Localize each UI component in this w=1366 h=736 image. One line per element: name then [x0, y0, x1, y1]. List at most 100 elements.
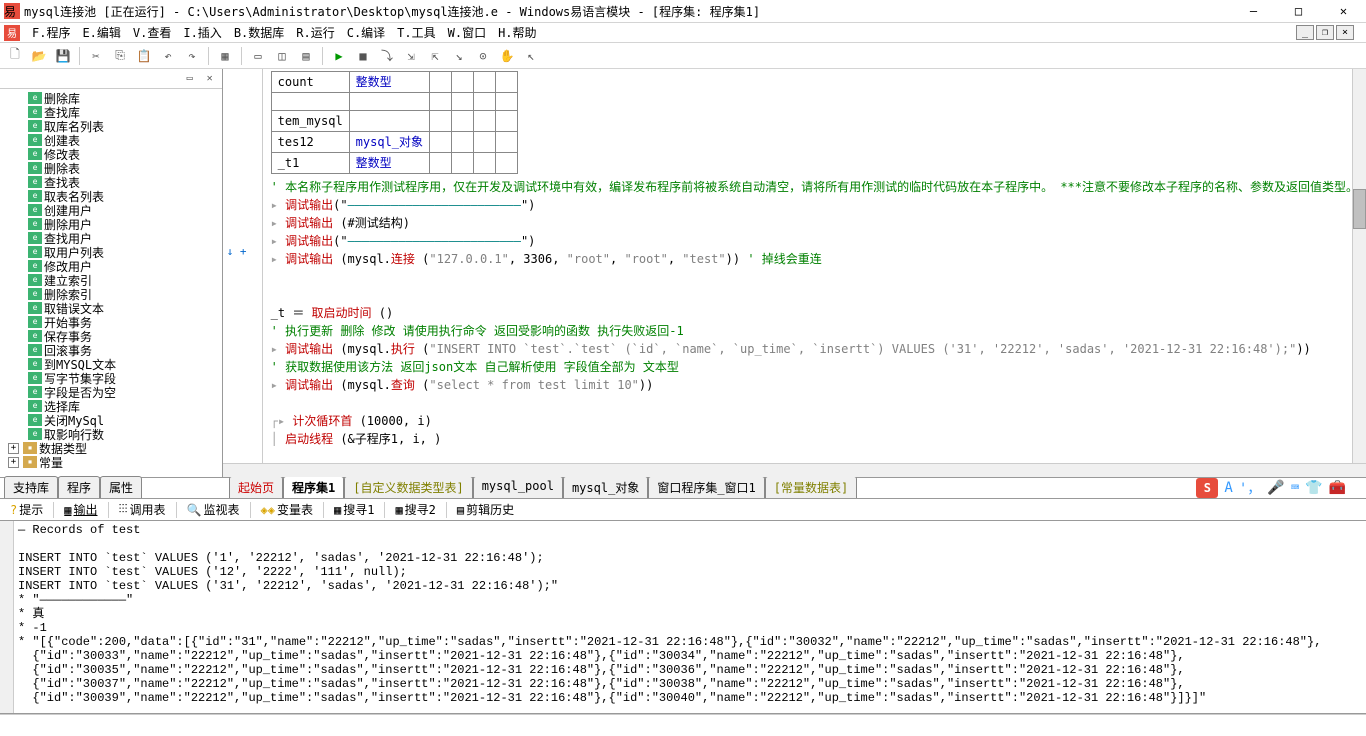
open-file-button[interactable]: 📂 — [28, 45, 50, 67]
method-icon: e — [28, 274, 42, 286]
separator — [322, 47, 323, 65]
btm-cliphist-tab[interactable]: ▤ 剪辑历史 — [451, 499, 520, 520]
cut-button[interactable]: ✂ — [85, 45, 107, 67]
menu-insert[interactable]: I.插入 — [177, 22, 227, 43]
var-name[interactable]: tes12 — [271, 132, 349, 153]
menu-tools[interactable]: T.工具 — [391, 22, 441, 43]
paste-button[interactable]: 📋 — [133, 45, 155, 67]
variable-table[interactable]: count整数型tem_mysqltes12mysql_对象_t1整数型 — [271, 71, 518, 174]
window-title: mysql连接池 [正在运行] - C:\Users\Administrator… — [24, 3, 1231, 20]
left-panel-tabs: 支持库 程序 属性 — [4, 476, 229, 498]
btm-search2-tab[interactable]: ▦ 搜寻2 — [389, 499, 441, 520]
tab-program[interactable]: 程序 — [58, 476, 100, 498]
tree-expand-icon[interactable]: ▭ — [182, 71, 198, 87]
tree-close-icon[interactable]: ✕ — [202, 71, 218, 87]
ime-lang-icon[interactable]: A — [1224, 480, 1232, 496]
btm-vars-tab[interactable]: ◈◈ 变量表 — [255, 499, 319, 520]
btm-hint-tab[interactable]: ? 提示 — [4, 499, 49, 520]
step-out-button[interactable]: ⇱ — [424, 45, 446, 67]
tab-consttable[interactable]: [常量数据表] — [765, 476, 857, 498]
ime-toolbox-icon[interactable]: 🧰 — [1329, 480, 1346, 496]
btm-output-tab[interactable]: ▦ 输出 — [58, 499, 103, 520]
var-name[interactable]: _t1 — [271, 153, 349, 174]
menu-run[interactable]: R.运行 — [290, 22, 340, 43]
menu-window[interactable]: W.窗口 — [442, 22, 492, 43]
minimize-button[interactable]: — — [1231, 0, 1276, 22]
var-type[interactable] — [349, 93, 429, 111]
variable-row[interactable] — [271, 93, 517, 111]
btm-search1-tab[interactable]: ▦ 搜寻1 — [328, 499, 380, 520]
tab-startpage[interactable]: 起始页 — [229, 476, 283, 498]
breakpoint-button[interactable]: ⊙ — [472, 45, 494, 67]
save-button[interactable]: 💾 — [52, 45, 74, 67]
pointer-button[interactable]: ↖ — [520, 45, 542, 67]
ime-keyboard-icon[interactable]: ⌨ — [1291, 480, 1299, 496]
tab-supportlib[interactable]: 支持库 — [4, 476, 58, 498]
tab-customtypes[interactable]: [自定义数据类型表] — [344, 476, 472, 498]
output-text[interactable]: — Records of test INSERT INTO `test` VAL… — [14, 521, 1366, 713]
ime-sogou-icon[interactable]: S — [1196, 478, 1218, 498]
variable-row[interactable]: tes12mysql_对象 — [271, 132, 517, 153]
statusbar — [0, 714, 1366, 736]
menu-program[interactable]: F.程序 — [26, 22, 76, 43]
step-into-button[interactable]: ⇲ — [400, 45, 422, 67]
step-over-button[interactable]: ⤵ — [376, 45, 398, 67]
window3-button[interactable]: ▤ — [295, 45, 317, 67]
menu-edit[interactable]: E.编辑 — [76, 22, 126, 43]
expand-icon[interactable]: + — [8, 443, 19, 454]
form-button[interactable]: ▦ — [214, 45, 236, 67]
project-tree[interactable]: e删除库e查找库e取库名列表e创建表e修改表e删除表e查找表e取表名列表e创建用… — [0, 89, 222, 477]
variable-row[interactable]: count整数型 — [271, 72, 517, 93]
vertical-scrollbar[interactable] — [1352, 69, 1366, 463]
btm-calltable-tab[interactable]: ⫶⫶⫶ 调用表 — [113, 499, 172, 520]
method-icon: e — [28, 302, 42, 314]
var-type[interactable]: 整数型 — [349, 72, 429, 93]
var-type[interactable]: mysql_对象 — [349, 132, 429, 153]
variable-row[interactable]: _t1整数型 — [271, 153, 517, 174]
var-type[interactable] — [349, 111, 429, 132]
output-panel: — Records of test INSERT INTO `test` VAL… — [0, 521, 1366, 714]
var-name[interactable] — [271, 93, 349, 111]
tree-folder[interactable]: +▪常量 — [8, 455, 222, 469]
tab-windowset[interactable]: 窗口程序集_窗口1 — [648, 476, 764, 498]
menu-view[interactable]: V.查看 — [127, 22, 177, 43]
menu-compile[interactable]: C.编译 — [341, 22, 391, 43]
ime-mic-icon[interactable]: 🎤 — [1267, 480, 1284, 496]
code-editor[interactable]: ↓ + count整数型tem_mysqltes12mysql_对象_t1整数型… — [223, 69, 1366, 477]
step-button[interactable]: ↘ — [448, 45, 470, 67]
ime-punct-icon[interactable]: '， — [1239, 478, 1261, 498]
main-area: ▭ ✕ e删除库e查找库e取库名列表e创建表e修改表e删除表e查找表e取表名列表… — [0, 69, 1366, 477]
var-name[interactable]: count — [271, 72, 349, 93]
new-file-button[interactable]: 🗋 — [4, 45, 26, 67]
undo-button[interactable]: ↶ — [157, 45, 179, 67]
window-button[interactable]: ▭ — [247, 45, 269, 67]
mdi-close-button[interactable]: × — [1336, 25, 1354, 40]
code-body[interactable]: count整数型tem_mysqltes12mysql_对象_t1整数型 ' 本… — [263, 69, 1366, 463]
tab-property[interactable]: 属性 — [100, 476, 142, 498]
close-button[interactable]: ✕ — [1321, 0, 1366, 22]
btm-watch-tab[interactable]: 🔍 监视表 — [181, 499, 246, 520]
window2-button[interactable]: ◫ — [271, 45, 293, 67]
method-icon: e — [28, 134, 42, 146]
expand-icon[interactable]: + — [8, 457, 19, 468]
mdi-minimize-button[interactable]: _ — [1296, 25, 1314, 40]
stop-button[interactable]: ■ — [352, 45, 374, 67]
horizontal-scrollbar[interactable] — [223, 463, 1366, 477]
variable-row[interactable]: tem_mysql — [271, 111, 517, 132]
tab-subset1[interactable]: 程序集1 — [283, 476, 344, 498]
titlebar: 易 mysql连接池 [正在运行] - C:\Users\Administrat… — [0, 0, 1366, 23]
var-type[interactable]: 整数型 — [349, 153, 429, 174]
ime-skin-icon[interactable]: 👕 — [1305, 480, 1322, 496]
menu-database[interactable]: B.数据库 — [228, 22, 290, 43]
mdi-restore-button[interactable]: ❐ — [1316, 25, 1334, 40]
redo-button[interactable]: ↷ — [181, 45, 203, 67]
tab-mysqlpool[interactable]: mysql_pool — [473, 476, 563, 498]
folder-icon: ▪ — [23, 442, 37, 454]
run-button[interactable]: ▶ — [328, 45, 350, 67]
tab-mysqlobj[interactable]: mysql_对象 — [563, 476, 648, 498]
copy-button[interactable]: ⎘ — [109, 45, 131, 67]
var-name[interactable]: tem_mysql — [271, 111, 349, 132]
hand-button[interactable]: ✋ — [496, 45, 518, 67]
menu-help[interactable]: H.帮助 — [492, 22, 542, 43]
maximize-button[interactable]: □ — [1276, 0, 1321, 22]
